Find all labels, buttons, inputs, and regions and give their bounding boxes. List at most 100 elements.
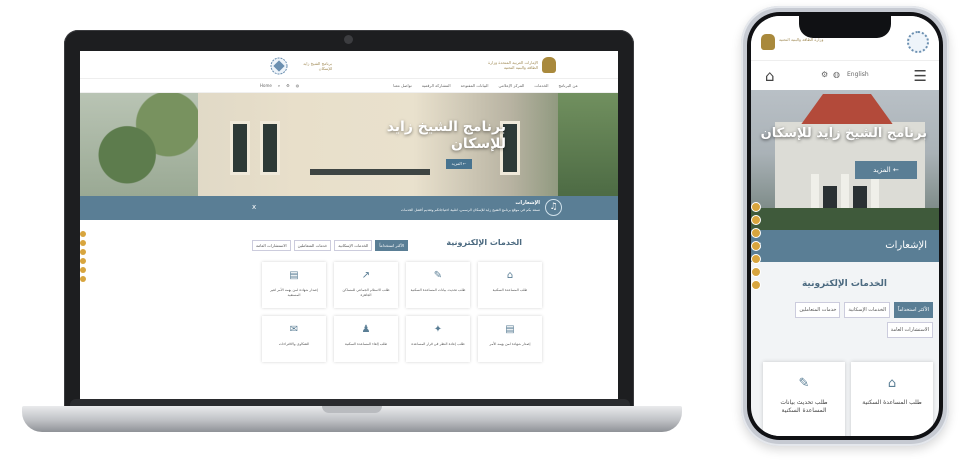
inbox-icon: ✉ xyxy=(289,324,299,335)
service-card[interactable]: ⌂ طلب المساعدة السكنية xyxy=(851,362,933,436)
globe-icon[interactable]: ◍ xyxy=(833,70,840,79)
chat-icon[interactable] xyxy=(80,267,86,273)
home-icon: ⌂ xyxy=(887,376,897,391)
hero-hedge xyxy=(751,208,939,230)
service-card[interactable]: ⌂ طلب المساعدة السكنية xyxy=(478,262,542,308)
hero-greenery xyxy=(558,93,618,196)
globe-icon[interactable]: ◍ xyxy=(296,83,300,88)
search-icon[interactable]: ⌕ xyxy=(278,83,280,88)
nav-item-services[interactable]: الخدمات xyxy=(534,83,548,88)
ministry-name: الإمارات العربية المتحدة وزارة الطاقة وا… xyxy=(488,60,538,70)
accessibility-icon[interactable] xyxy=(80,231,86,237)
gear-icon[interactable]: ⚙ xyxy=(286,83,290,88)
accessibility-sidebar xyxy=(751,202,761,293)
tab-housing-services[interactable]: الخدمات الإسكانية xyxy=(844,302,890,318)
accessibility-sidebar xyxy=(80,231,86,285)
tab-customer-services[interactable]: خدمات المتعاملين xyxy=(293,240,332,251)
hamburger-menu-icon[interactable]: ☰ xyxy=(914,67,927,85)
tab-general-consultations[interactable]: الاستشارات العامة xyxy=(886,322,933,338)
eservices-title: الخدمات الإلكترونية xyxy=(446,238,522,247)
service-card-label: طلب المساعدة السكنية xyxy=(492,288,528,292)
service-card[interactable]: ▤ إصدار شهادة لمن يهمه الأمر xyxy=(478,316,542,362)
settings-icon[interactable] xyxy=(80,240,86,246)
eservices-section: الخدمات الإلكترونية الأكثر استخداماً الخ… xyxy=(80,220,618,370)
service-card-label: طلب المساعدة السكنية xyxy=(862,399,922,406)
edit-icon: ✎ xyxy=(433,270,443,281)
gear-icon[interactable]: ⚙ xyxy=(821,70,828,79)
chat-icon[interactable] xyxy=(751,254,761,264)
service-card[interactable]: ✉ الشكاوى والاقتراحات xyxy=(262,316,326,362)
eservices-cards: ⌂ طلب المساعدة السكنية ✎ طلب تحديث بيانات … xyxy=(763,362,933,436)
notifications-title: الإشعارات xyxy=(515,200,540,206)
edit-icon: ✎ xyxy=(798,376,810,391)
nav-item-about[interactable]: عن البرنامج xyxy=(558,83,578,88)
service-card[interactable]: ✦ طلب إعادة النظر في قرار المساعدة xyxy=(406,316,470,362)
uae-emblem-icon xyxy=(761,34,775,50)
nav-item-open-data[interactable]: البيانات المفتوحة xyxy=(461,83,489,88)
program-seal-icon[interactable] xyxy=(907,31,929,53)
service-card[interactable]: ✎ طلب تحديث بيانات المساعدة السكنية xyxy=(763,362,845,436)
hero-title: برنامج الشيخ زايد للإسكان xyxy=(386,119,506,152)
tab-most-used[interactable]: الأكثر استخداماً xyxy=(375,240,409,251)
document-icon: ▤ xyxy=(505,324,515,335)
notifications-message: نسعد بكم في موقع برنامج الشيخ زايد للإسك… xyxy=(400,208,540,212)
language-link[interactable]: English xyxy=(847,71,869,78)
service-card[interactable]: ✎ طلب تحديث بيانات المساعدة السكنية xyxy=(406,262,470,308)
notifications-bar: ♫ الإشعارات نسعد بكم في موقع برنامج الشي… xyxy=(80,196,618,220)
close-icon[interactable] xyxy=(751,280,761,290)
service-card-label: طلب الاستلام الجماعي للمساكن الجاهزة xyxy=(342,288,390,297)
nav-item-participation[interactable]: المشاركة الرقمية xyxy=(422,83,451,88)
webcam xyxy=(344,35,353,44)
service-card-label: الشكاوى والاقتراحات xyxy=(278,342,310,346)
program-seal-icon xyxy=(270,57,288,75)
nav-item-contact[interactable]: تواصل معنا xyxy=(393,83,412,88)
eservices-tabs: الأكثر استخداماً الخدمات الإسكانية خدمات… xyxy=(252,240,409,251)
service-card[interactable]: ↗ طلب الاستلام الجماعي للمساكن الجاهزة xyxy=(334,262,398,308)
hero-more-button[interactable]: المزيد ← xyxy=(446,159,472,169)
laptop-notch xyxy=(322,406,382,413)
laptop-frame: الإمارات العربية المتحدة وزارة الطاقة وا… xyxy=(64,30,634,412)
bell-icon: ♫ xyxy=(545,199,562,216)
close-icon[interactable]: x xyxy=(252,203,256,211)
phone-bezel: وزارة الطاقة والبنية التحتية ⌂ ⚙ ◍ Engli… xyxy=(747,12,943,440)
phone-frame: وزارة الطاقة والبنية التحتية ⌂ ⚙ ◍ Engli… xyxy=(741,6,949,446)
home-icon: ⌂ xyxy=(506,270,514,281)
handshake-icon: ✦ xyxy=(433,324,443,335)
share-icon[interactable] xyxy=(80,276,86,282)
main-nav: Home ⌕ ⚙ ◍ عن البرنامج الخدمات المركز ال… xyxy=(80,79,618,93)
tab-most-used[interactable]: الأكثر استخداماً xyxy=(893,302,933,318)
nav-items: عن البرنامج الخدمات المركز الإعلامي البي… xyxy=(393,83,578,88)
tab-customer-services[interactable]: خدمات المتعاملين xyxy=(795,302,841,318)
phone-screen: وزارة الطاقة والبنية التحتية ⌂ ⚙ ◍ Engli… xyxy=(751,16,939,436)
home-link[interactable]: Home xyxy=(260,83,272,88)
hero-window xyxy=(230,121,250,175)
phone-notch xyxy=(799,16,891,38)
service-card[interactable]: ♟ طلب إلغاء المساعدة السكنية xyxy=(334,316,398,362)
service-card-label: طلب إلغاء المساعدة السكنية xyxy=(344,342,388,346)
hero-more-button[interactable]: المزيد ← xyxy=(855,161,917,179)
service-card-label: طلب إعادة النظر في قرار المساعدة xyxy=(411,342,465,346)
accessibility-icon[interactable] xyxy=(751,202,761,212)
notifications-bar[interactable]: ‹ الإشعارات xyxy=(751,230,939,262)
user-icon: ♟ xyxy=(361,324,371,335)
home-icon[interactable]: ⌂ xyxy=(765,67,775,85)
service-card[interactable]: ▤ إصدار شهادة لمن يهمه الأمر لغير المستفي… xyxy=(262,262,326,308)
eservices-tabs: الأكثر استخداماً الخدمات الإسكانية خدمات… xyxy=(783,302,933,338)
laptop-screen: الإمارات العربية المتحدة وزارة الطاقة وا… xyxy=(80,51,618,403)
tab-general-consultations[interactable]: الاستشارات العامة xyxy=(252,240,291,251)
settings-icon[interactable] xyxy=(751,215,761,225)
feed-icon[interactable] xyxy=(80,258,86,264)
uae-emblem-icon xyxy=(542,57,556,73)
hand-icon[interactable] xyxy=(80,249,86,255)
hero-banner: برنامج الشيخ زايد للإسكان المزيد ← xyxy=(80,93,618,196)
laptop-base xyxy=(22,406,682,432)
feed-icon[interactable] xyxy=(751,241,761,251)
eservices-cards: ⌂ طلب المساعدة السكنية ✎ طلب تحديث بيانات … xyxy=(262,262,542,362)
program-logo[interactable]: برنامج الشيخ زايد للإسكان xyxy=(270,57,332,75)
tab-housing-services[interactable]: الخدمات الإسكانية xyxy=(334,240,373,251)
ministry-logo[interactable]: الإمارات العربية المتحدة وزارة الطاقة وا… xyxy=(486,57,556,73)
nav-item-media[interactable]: المركز الإعلامي xyxy=(498,83,524,88)
hand-icon[interactable] xyxy=(751,228,761,238)
share-icon: ↗ xyxy=(361,270,371,281)
share-icon[interactable] xyxy=(751,267,761,277)
